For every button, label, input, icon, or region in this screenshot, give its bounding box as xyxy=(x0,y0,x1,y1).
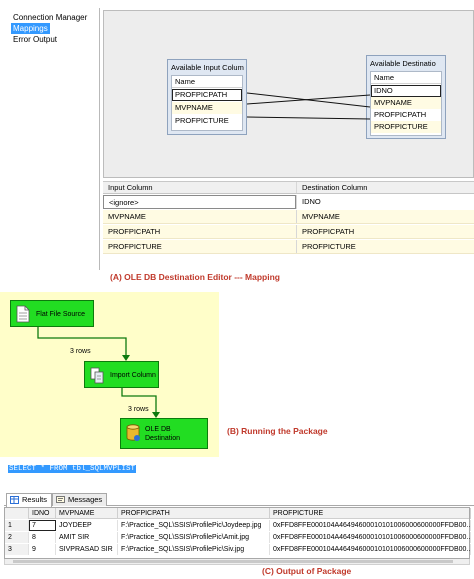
tab-messages[interactable]: Messages xyxy=(52,493,108,506)
grid-row[interactable]: PROFPICPATH PROFPICPATH xyxy=(103,225,474,239)
mvpname-cell[interactable]: JOYDEEP xyxy=(56,520,118,531)
caption-mapping: (A) OLE DB Destination Editor --- Mappin… xyxy=(110,272,280,282)
grid-destination-cell[interactable]: MVPNAME xyxy=(296,210,474,223)
data-flow-canvas: Flat File Source 3 rows Import Column 3 … xyxy=(0,292,219,457)
results-horizontal-scrollbar[interactable] xyxy=(4,559,470,565)
caption-running-package: (B) Running the Package xyxy=(227,426,328,436)
column-header-idno[interactable]: IDNO xyxy=(29,508,56,519)
ole-db-destination-task[interactable]: OLE DB Destination xyxy=(120,418,208,449)
nav-item-mappings[interactable]: Mappings xyxy=(11,23,50,34)
flat-file-source-label: Flat File Source xyxy=(36,311,86,318)
grid-header-input-column[interactable]: Input Column xyxy=(103,182,296,193)
sql-editor[interactable]: SELECT * FROM tbl_SQLMVPLIST xyxy=(0,462,474,490)
profpicture-cell[interactable]: 0xFFD8FFE000104A464946000101010060006000… xyxy=(270,544,471,555)
idno-cell[interactable]: 7 xyxy=(29,520,56,531)
row-number[interactable]: 3 xyxy=(5,544,29,555)
grid-destination-cell[interactable]: IDNO xyxy=(296,195,474,209)
flat-file-source-task[interactable]: Flat File Source xyxy=(10,300,94,327)
grid-row[interactable]: MVPNAME MVPNAME xyxy=(103,210,474,224)
profpicture-cell[interactable]: 0xFFD8FFE000104A464946000101010060006000… xyxy=(270,520,471,531)
sql-query-text[interactable]: SELECT * FROM tbl_SQLMVPLIST xyxy=(8,465,137,473)
grid-header-row: Input Column Destination Column xyxy=(103,182,474,194)
column-header-profpicpath[interactable]: PROFPICPATH xyxy=(118,508,270,519)
import-column-icon xyxy=(90,367,104,384)
mapping-lines xyxy=(246,92,371,120)
results-header-row: IDNO MVPNAME PROFPICPATH PROFPICTURE xyxy=(5,508,471,519)
rows-count-label: 3 rows xyxy=(128,406,149,413)
table-row[interactable]: 3 9 SIVPRASAD SIR F:\Practice_SQL\SSIS\P… xyxy=(5,544,471,555)
table-row[interactable]: 1 7 JOYDEEP F:\Practice_SQL\SSIS\Profile… xyxy=(5,520,471,531)
caption-output: (C) Output of Package xyxy=(262,566,352,576)
row-number[interactable]: 2 xyxy=(5,532,29,543)
grid-results-icon xyxy=(10,496,19,504)
profpicture-cell[interactable]: 0xFFD8FFE000104A464946000101010060006000… xyxy=(270,532,471,543)
mapping-grid: Input Column Destination Column <ignore>… xyxy=(103,181,474,261)
profpicpath-cell[interactable]: F:\Practice_SQL\SSIS\ProfilePic\Siv.jpg xyxy=(118,544,270,555)
flat-file-icon xyxy=(16,305,30,323)
profpicpath-cell[interactable]: F:\Practice_SQL\SSIS\ProfilePic\Joydeep.… xyxy=(118,520,270,531)
idno-cell[interactable]: 9 xyxy=(29,544,56,555)
tab-messages-label: Messages xyxy=(68,495,103,504)
rows-count-label: 3 rows xyxy=(70,348,91,355)
grid-header-destination-column[interactable]: Destination Column xyxy=(296,182,474,193)
nav-item-connection-manager[interactable]: Connection Manager xyxy=(11,12,89,23)
tab-results-label: Results xyxy=(22,495,48,504)
grid-row[interactable]: PROFPICTURE PROFPICTURE xyxy=(103,240,474,254)
mvpname-cell[interactable]: AMIT SIR xyxy=(56,532,118,543)
grid-input-cell[interactable]: PROFPICTURE xyxy=(103,240,296,253)
mvpname-cell[interactable]: SIVPRASAD SIR xyxy=(56,544,118,555)
mapping-canvas: Available Input Colum Name PROFPICPATH M… xyxy=(103,10,474,178)
scrollbar-thumb[interactable] xyxy=(13,560,453,563)
ole-db-destination-label: OLE DB Destination xyxy=(145,426,181,442)
import-column-label: Import Column xyxy=(110,372,156,379)
editor-nav-panel: Connection Manager Mappings Error Output xyxy=(5,8,100,270)
grid-destination-cell[interactable]: PROFPICTURE xyxy=(296,240,474,253)
profpicpath-cell[interactable]: F:\Practice_SQL\SSIS\ProfilePic\Amit.jpg xyxy=(118,532,270,543)
idno-cell[interactable]: 8 xyxy=(29,532,56,543)
grid-input-cell[interactable]: <ignore> xyxy=(103,195,296,209)
messages-icon xyxy=(56,496,65,503)
database-icon xyxy=(126,424,140,441)
grid-destination-cell[interactable]: PROFPICPATH xyxy=(296,225,474,238)
results-grid: IDNO MVPNAME PROFPICPATH PROFPICTURE 1 7… xyxy=(4,507,471,559)
sql-query-line[interactable]: SELECT * FROM tbl_SQLMVPLIST xyxy=(8,465,137,473)
row-number[interactable]: 1 xyxy=(5,520,29,531)
grid-input-cell[interactable]: PROFPICPATH xyxy=(103,225,296,238)
import-column-task[interactable]: Import Column xyxy=(84,361,159,388)
grid-row[interactable]: <ignore> IDNO xyxy=(103,195,474,209)
grid-input-cell[interactable]: MVPNAME xyxy=(103,210,296,223)
row-number-header[interactable] xyxy=(5,508,29,519)
tab-results[interactable]: Results xyxy=(6,493,53,507)
nav-item-error-output[interactable]: Error Output xyxy=(11,34,59,45)
result-tabs: Results Messages xyxy=(4,492,474,507)
column-header-mvpname[interactable]: MVPNAME xyxy=(56,508,118,519)
table-row[interactable]: 2 8 AMIT SIR F:\Practice_SQL\SSIS\Profil… xyxy=(5,532,471,543)
column-header-profpicture[interactable]: PROFPICTURE xyxy=(270,508,471,519)
